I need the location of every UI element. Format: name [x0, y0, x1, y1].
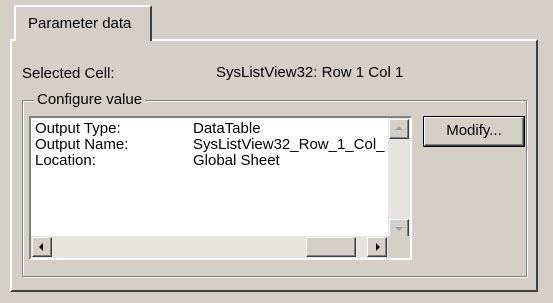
tab-parameter-data[interactable]: Parameter data: [14, 5, 152, 41]
configure-value-legend: Configure value: [34, 91, 146, 108]
tab-label: Parameter data: [28, 15, 132, 32]
tab-panel: [10, 39, 538, 292]
